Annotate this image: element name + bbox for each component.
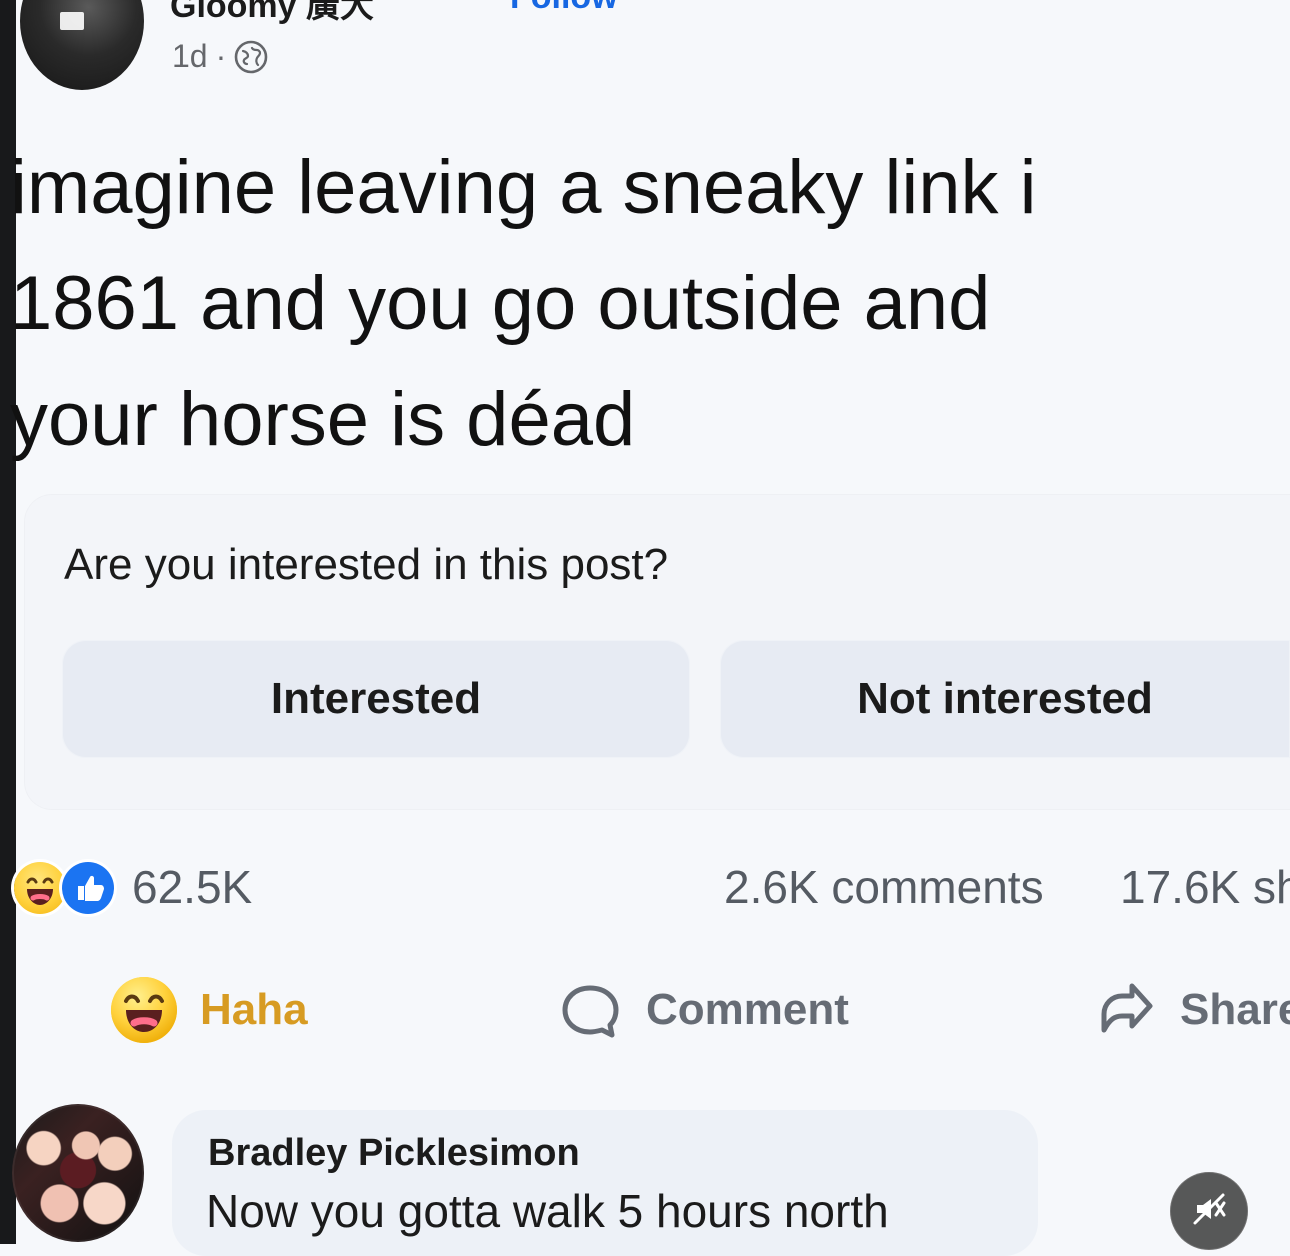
commenter-avatar[interactable] <box>12 1104 144 1242</box>
mute-icon <box>1189 1189 1229 1234</box>
interested-button[interactable]: Interested <box>62 640 690 758</box>
share-icon <box>1088 974 1160 1046</box>
like-icon <box>62 862 114 914</box>
commenter-name[interactable]: Bradley Picklesimon <box>208 1132 580 1175</box>
post-line: your horse is déad <box>10 377 636 462</box>
post-body: imagine leaving a sneaky link i 1861 and… <box>10 130 1290 478</box>
reaction-icons[interactable] <box>14 860 130 914</box>
mute-button[interactable] <box>1170 1172 1248 1250</box>
follow-link[interactable]: Follow <box>510 0 618 17</box>
post-time: 1d <box>172 38 208 74</box>
interest-question: Are you interested in this post? <box>64 540 669 589</box>
haha-action-button[interactable]: Haha <box>108 966 308 1054</box>
post-line: imagine leaving a sneaky link i <box>10 145 1037 230</box>
globe-icon <box>234 40 268 74</box>
haha-action-label: Haha <box>200 985 308 1034</box>
reaction-count[interactable]: 62.5K <box>132 860 252 914</box>
haha-icon <box>14 862 66 914</box>
share-action-label: Share <box>1180 985 1290 1034</box>
engagement-row: 62.5K 2.6K comments 17.6K sh <box>14 860 1290 914</box>
author-avatar[interactable] <box>20 0 144 90</box>
action-row: Haha Comment Share <box>0 966 1290 1054</box>
post-line: 1861 and you go outside and <box>10 261 991 346</box>
comment-action-button[interactable]: Comment <box>554 966 849 1054</box>
meta-separator: · <box>215 38 227 74</box>
author-name[interactable]: Gloomy 廣大 <box>170 0 374 27</box>
comment-action-label: Comment <box>646 985 849 1034</box>
share-action-button[interactable]: Share <box>1088 966 1290 1054</box>
comment-icon <box>554 974 626 1046</box>
shares-count[interactable]: 17.6K sh <box>1120 860 1290 914</box>
comment-text: Now you gotta walk 5 hours north <box>206 1185 889 1237</box>
haha-icon <box>108 974 180 1046</box>
post-meta: 1d · <box>172 38 268 75</box>
not-interested-button[interactable]: Not interested <box>720 640 1290 758</box>
comments-count[interactable]: 2.6K comments <box>724 860 1044 914</box>
avatar-artwork-icon <box>60 12 84 30</box>
